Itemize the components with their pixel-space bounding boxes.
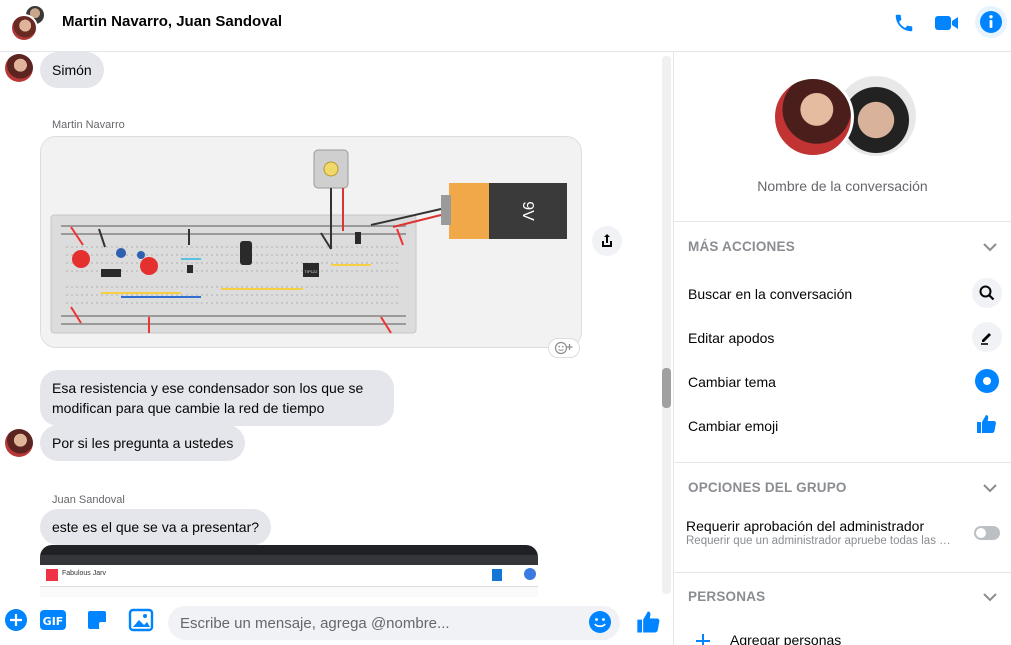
require-approval-title: Requerir aprobación del administrador [686,518,925,534]
video-call-icon[interactable] [932,8,962,38]
thumbs-up-icon[interactable] [972,409,1002,439]
conversation-header: Martin Navarro, Juan Sandoval [0,0,1011,52]
group-avatar[interactable] [10,4,50,44]
share-icon [602,234,612,247]
section-divider [674,462,1011,463]
toggle-knob [976,528,986,538]
pencil-icon[interactable] [972,322,1002,352]
message-bubble[interactable]: Simón [40,52,104,88]
message-image[interactable]: 9V TIP122 [40,136,582,348]
message-bubble[interactable]: Por si les pregunta a ustedes [40,425,246,461]
action-search-conversation[interactable]: Buscar en la conversación [688,286,852,302]
theme-circle-icon[interactable] [972,366,1002,396]
circuit-diagram-image: 9V TIP122 [41,137,581,347]
chevron-down-icon[interactable] [981,479,999,497]
section-divider [674,221,1011,222]
avatar [772,76,854,158]
battery-label: 9V [519,201,536,221]
tinkercad-header: Fabulous Jarv [40,565,538,587]
avatar[interactable] [5,54,33,82]
add-person-plus-icon[interactable] [694,632,712,645]
conversation-details-panel: Nombre de la conversación MÁS ACCIONES B… [674,52,1011,645]
section-title-group-options[interactable]: OPCIONES DEL GRUPO [688,480,847,495]
message-image[interactable]: Fabulous Jarv [40,545,538,597]
chip-label: TIP122 [305,269,319,274]
action-edit-nicknames[interactable]: Editar apodos [688,330,774,346]
chevron-down-icon[interactable] [981,588,999,606]
app-toolbar-icon [492,569,502,581]
message-bubble[interactable]: Esa resistencia y ese condensador son lo… [40,370,394,426]
add-reaction-button[interactable] [548,338,580,358]
share-button[interactable] [592,226,622,256]
action-change-emoji[interactable]: Cambiar emoji [688,418,778,434]
thumbs-up-icon[interactable] [634,607,664,637]
browser-tabs [40,545,538,555]
require-approval-toggle[interactable] [974,526,1000,540]
sticker-icon[interactable] [84,607,110,633]
group-photo[interactable] [772,76,917,158]
app-name: Fabulous Jarv [62,570,106,577]
avatar[interactable] [5,429,33,457]
sender-name: Juan Sandoval [52,494,125,506]
browser-url-bar [40,555,538,565]
conversation-name[interactable]: Nombre de la conversación [674,178,1011,194]
app-logo [46,569,58,581]
chevron-down-icon[interactable] [981,238,999,256]
message-bubble[interactable]: este es el que se va a presentar? [40,509,272,545]
smiley-add-icon [554,341,573,355]
info-icon[interactable] [975,6,1007,38]
conversation-title[interactable]: Martin Navarro, Juan Sandoval [62,13,282,30]
avatar [524,568,536,580]
plus-icon[interactable] [3,607,29,633]
emoji-icon[interactable] [587,609,613,635]
avatar [10,14,38,42]
search-icon[interactable] [972,278,1002,308]
section-divider [674,572,1011,573]
section-title-people[interactable]: PERSONAS [688,589,765,604]
app-toolbar [40,587,538,597]
chat-scrollbar[interactable] [662,56,671,594]
photo-icon[interactable] [128,607,154,633]
message-list[interactable]: Simón Martin Navarro 9V TIP122 Esa resis… [0,52,673,597]
action-change-theme[interactable]: Cambiar tema [688,374,776,390]
phone-call-icon[interactable] [889,8,919,38]
add-people-button[interactable]: Agregar personas [730,632,841,645]
message-input[interactable] [168,606,620,640]
gif-icon[interactable]: GIF [40,607,66,633]
section-title-more-actions[interactable]: MÁS ACCIONES [688,239,795,254]
svg-text:GIF: GIF [43,615,64,628]
require-approval-subtitle: Requerir que un administrador apruebe to… [686,535,954,547]
scrollbar-thumb[interactable] [662,368,671,408]
sender-name: Martin Navarro [52,119,125,131]
